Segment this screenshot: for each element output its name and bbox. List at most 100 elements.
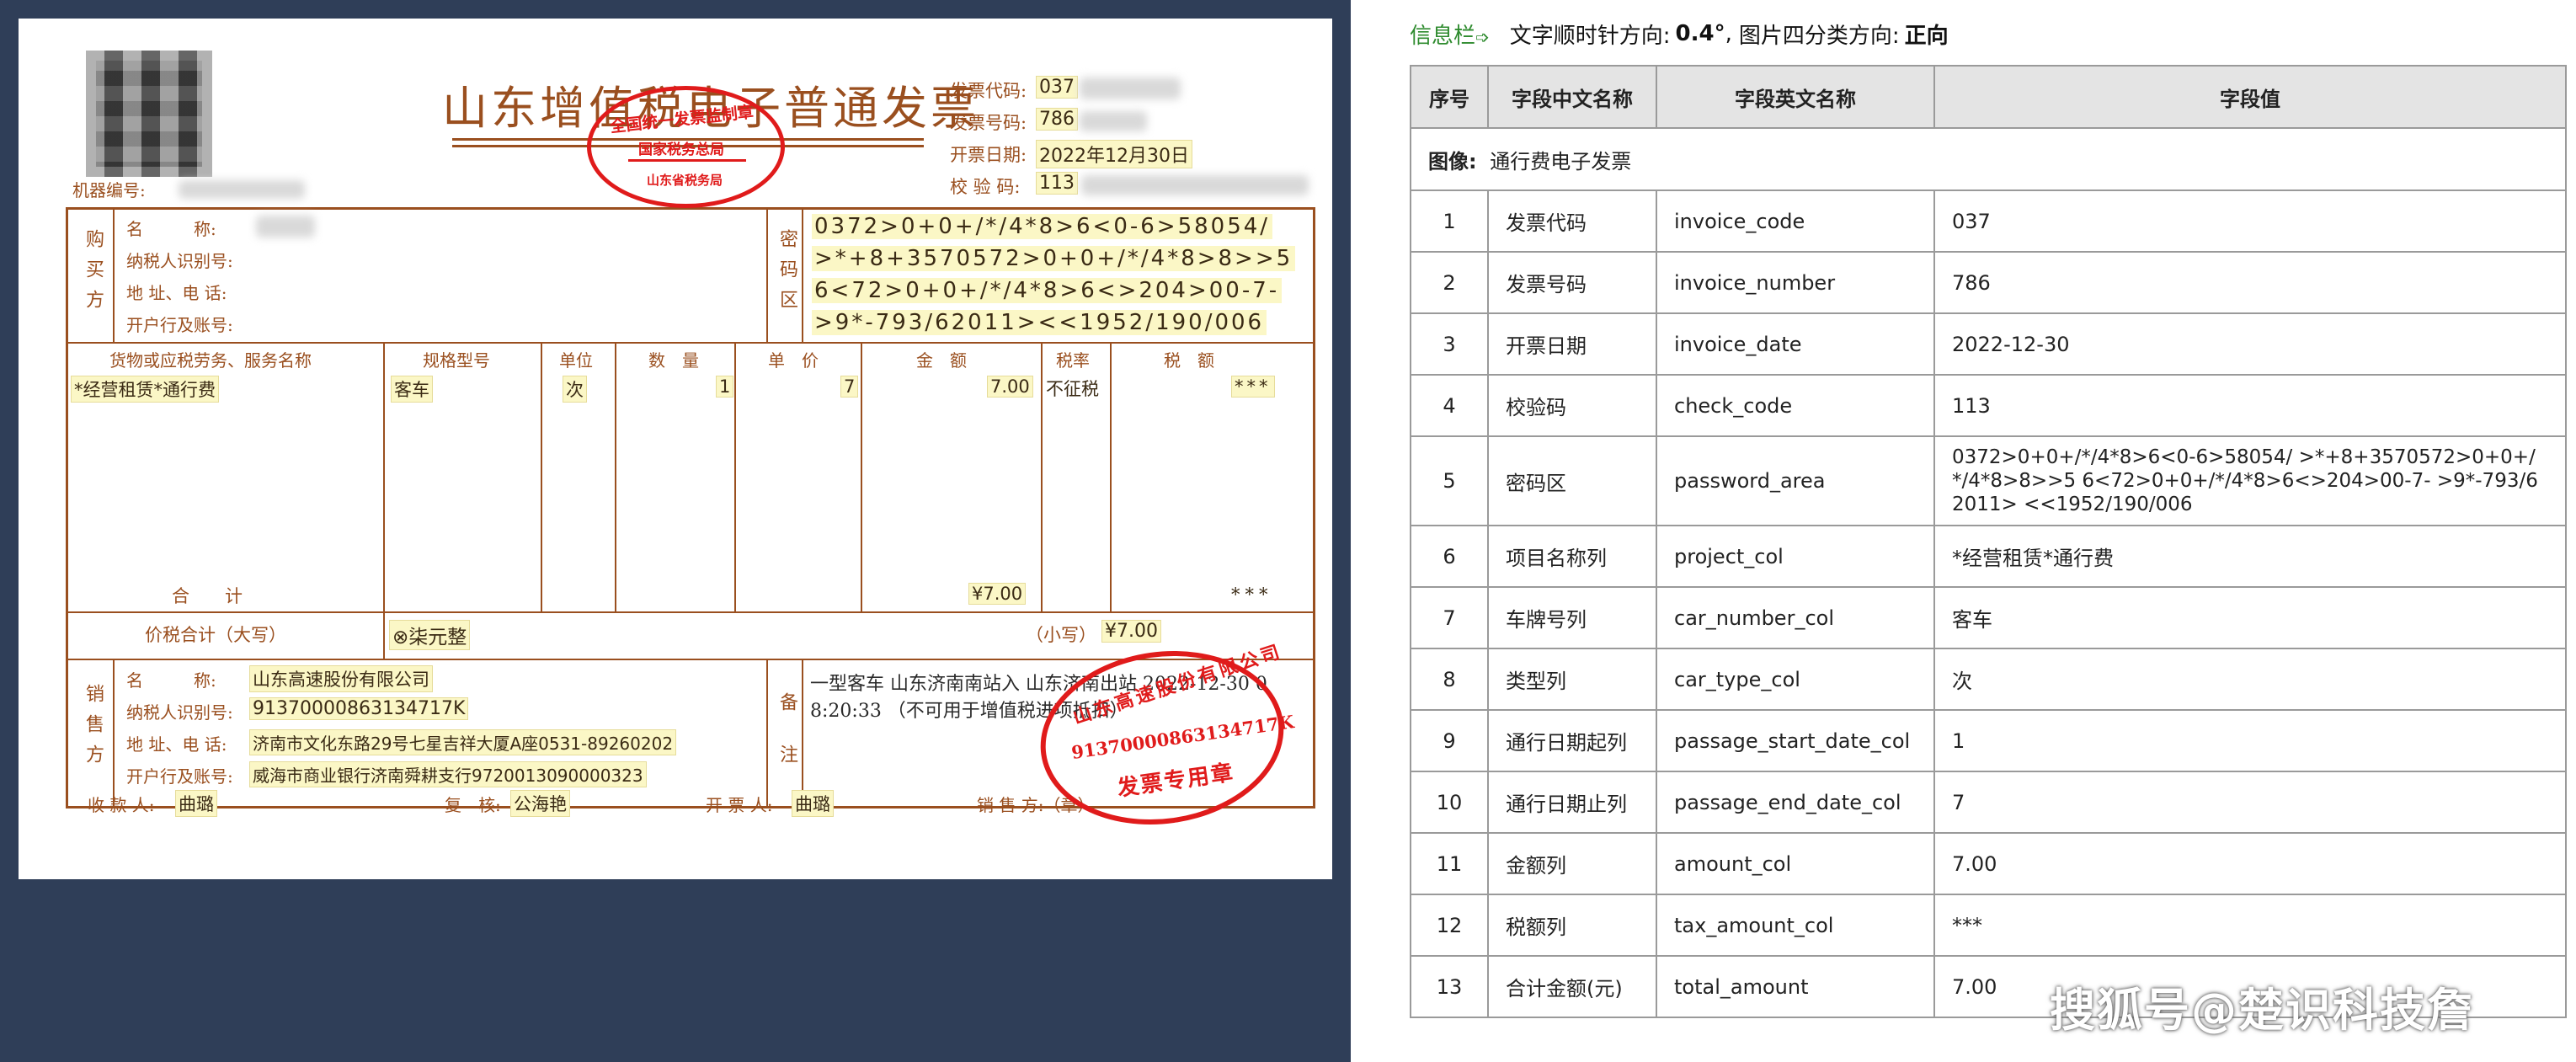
total-amount: ¥7.00 [968,583,1027,605]
buyer-bank-label: 开户行及账号: [126,315,233,335]
row-value-cell: *** [1933,894,2567,957]
row-value-cell: 客车 [1933,586,2567,649]
row-en-cell: passage_start_date_col [1656,709,1935,772]
info-separator: , [1725,21,1732,46]
row-no-cell: 1 [1410,189,1489,253]
col-divider-5 [861,342,862,611]
row-spec: 客车 [391,376,433,403]
pwd-line-1: 0372>0+0+/*/4*8>6<0-6>58054/ [812,214,1273,239]
col-item-header: 货物或应税劳务、服务名称 [109,350,312,371]
section-value: 通行费电子发票 [1490,149,1632,173]
row-en-cell: password_area [1656,435,1935,526]
table-row: 5 密码区 password_area 0372>0+0+/*/4*8>6<0-6>5… [1410,435,2567,526]
row-price: 7 [840,376,859,398]
remark-label-divider [802,659,803,807]
sum-words-value: ⊗柒元整 [389,620,471,650]
table-row: 12 税额列 tax_amount_col *** [1410,894,2567,957]
invoice-image: 机器编号: 山东增值税电子普通发票 发票代码: 037 发票号码: 786 开票… [19,19,1332,879]
row-cn-cell: 金额列 [1487,832,1657,895]
table-row: 11 金额列 amount_col 7.00 [1410,832,2567,895]
code-redacted [1080,77,1181,99]
machine-no-label: 机器编号: [72,180,146,200]
pwd-line-2: >*+8+3570572>0+0+/*/4*8>8>>5 [812,246,1296,271]
info-bar: 信息栏➩ 文字顺时针方向: 0.4° , 图片四分类方向: 正向 [1410,17,1949,51]
section-label: 图像: [1428,149,1477,173]
row-value-cell: 037 [1933,189,2567,253]
seller-side-label: 销售方 [83,684,104,775]
section-cell: 图像: 通行费电子发票 [1410,127,2567,191]
fields-body: 图像: 通行费电子发票 1 发票代码 invoice_code 037 2 发票号码 inv… [1410,127,2567,1018]
row-cn-cell: 发票号码 [1487,251,1657,314]
total-label: 合 计 [172,586,243,606]
col-tax-header: 税 额 [1164,350,1214,371]
reviewer: 公海艳 [510,790,570,817]
table-row: 2 发票号码 invoice_number 786 [1410,251,2567,314]
buyer-side-label: 购买方 [83,229,104,320]
reviewer-label: 复 核: [445,795,501,815]
orientation-text: 图片四分类方向: [1738,23,1900,49]
issuer-label: 开 票 人: [706,795,773,815]
pwd-label-divider [802,209,803,342]
table-header-row: 序号 字段中文名称 字段英文名称 字段值 [1410,65,2567,129]
sum-small-value: ¥7.00 [1101,620,1161,643]
table-row: 8 类型列 car_type_col 次 [1410,648,2567,711]
stamp-top-text: 全国统一发票监制章 [609,103,755,136]
buyer-side-divider [113,209,115,342]
row-no-cell: 6 [1410,525,1489,588]
col-divider-6 [1041,342,1043,611]
row-unit: 次 [563,376,587,403]
stamp-top-divider [628,159,746,162]
col-divider-7 [1110,342,1112,611]
row-en-cell: tax_amount_col [1656,894,1935,957]
row-amount: 7.00 [987,376,1033,398]
row-en-cell: invoice_number [1656,251,1935,314]
buyer-addr-label: 地 址、电 话: [126,283,227,303]
row-cn-cell: 通行日期止列 [1487,771,1657,834]
header-cn: 字段中文名称 [1487,65,1657,129]
row-no-cell: 5 [1410,435,1489,526]
row-no-cell: 13 [1410,955,1489,1018]
row-no-cell: 7 [1410,586,1489,649]
col-divider-1 [383,342,385,611]
row-rate: 不征税 [1046,379,1099,399]
total-tax: *** [1231,584,1273,605]
fields-table: 序号 字段中文名称 字段英文名称 字段值 图像: 通行费电子发票 1 发票代码 in… [1410,65,2567,1018]
row-no-cell: 12 [1410,894,1489,957]
row-cn-cell: 项目名称列 [1487,525,1657,588]
code-label: 发票代码: [950,81,1027,101]
row-en-cell: total_amount [1656,955,1935,1018]
row-en-cell: invoice_code [1656,189,1935,253]
row-value-cell: 786 [1933,251,2567,314]
row-cn-cell: 合计金额(元) [1487,955,1657,1018]
sum-divider [383,611,385,659]
number-value: 786 [1036,108,1078,131]
row-no-cell: 2 [1410,251,1489,314]
seller-side-divider [113,659,115,807]
sum-words-label: 价税合计（大写） [145,625,286,645]
buyer-name-label: 名 称: [126,219,216,239]
row-value-cell: 次 [1933,648,2567,711]
row-cn-cell: 通行日期起列 [1487,709,1657,772]
col-divider-4 [734,342,736,611]
row-cn-cell: 类型列 [1487,648,1657,711]
check-value: 113 [1036,172,1078,195]
rotation-text: 文字顺时针方向: [1509,23,1671,49]
stamp-top-bottom: 山东省税务局 [647,173,723,188]
tax-bureau-stamp: 全国统一发票监制章 国家税务总局 山东省税务局 [587,86,785,208]
watermark-text: 搜狐号@楚识科技詹 [2050,984,2474,1037]
header-val: 字段值 [1933,65,2567,129]
stamp-seller-bottom: 发票专用章 [1115,760,1236,802]
table-row: 4 校验码 check_code 113 [1410,374,2567,437]
buyer-tax-label: 纳税人识别号: [126,251,233,271]
row-value-cell: 1 [1933,709,2567,772]
info-bar-label-wrap[interactable]: 信息栏➩ [1410,19,1490,50]
row-cn-cell: 开票日期 [1487,312,1657,376]
stamp-top-sub: 国家税务总局 [638,141,724,158]
table-row: 10 通行日期止列 passage_end_date_col 7 [1410,771,2567,834]
row-qty: 1 [716,376,734,398]
row-value-cell: *经营租赁*通行费 [1933,525,2567,588]
sum-small-label: （小写） [1026,625,1096,645]
image-preview-pane: 机器编号: 山东增值税电子普通发票 发票代码: 037 发票号码: 786 开票… [0,0,1351,1062]
pwd-line-3: 6<72>0+0+/*/4*8>6<>204>00-7- [812,278,1283,303]
row-no-cell: 8 [1410,648,1489,711]
